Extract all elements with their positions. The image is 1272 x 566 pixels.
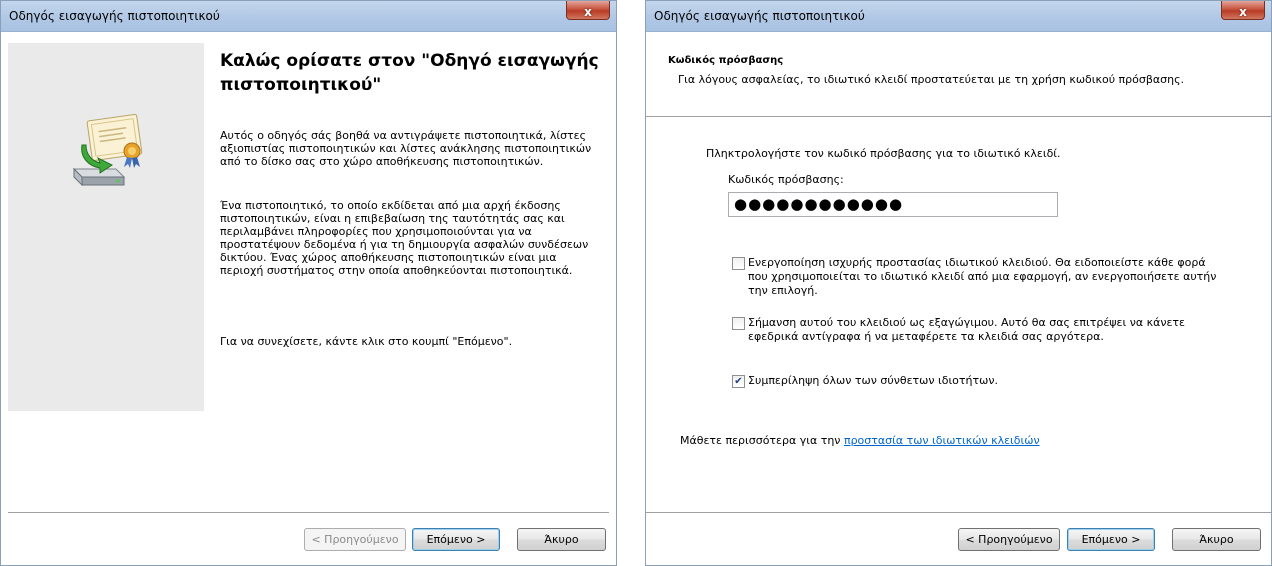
learn-more-prefix: Μάθετε περισσότερα για την <box>680 434 844 447</box>
password-field[interactable]: ●●●●●●●●●●●● <box>728 192 1058 217</box>
password-dialog: Οδηγός εισαγωγής πιστοποιητικού x Κωδικό… <box>645 0 1272 566</box>
private-key-protection-link[interactable]: προστασία των ιδιωτικών κλειδιών <box>844 434 1040 447</box>
password-prompt: Πληκτρολογήστε τον κωδικό πρόσβασης για … <box>706 147 1061 160</box>
window-title: Οδηγός εισαγωγής πιστοποιητικού <box>9 9 220 23</box>
cancel-button[interactable]: Άκυρο <box>517 528 606 551</box>
page-title: Κωδικός πρόσβασης <box>668 55 784 66</box>
footer-separator <box>646 512 1271 514</box>
extended-properties-checkbox[interactable]: ✔ <box>732 375 745 388</box>
continue-instruction: Για να συνεχίσετε, κάντε κλικ στο κουμπί… <box>220 335 513 348</box>
strong-protection-checkbox[interactable] <box>732 257 745 270</box>
close-icon: x <box>1239 5 1247 19</box>
next-button[interactable]: Επόμενο > <box>412 528 500 551</box>
footer-separator <box>8 512 609 514</box>
window-title: Οδηγός εισαγωγής πιστοποιητικού <box>654 9 865 23</box>
learn-more-text: Μάθετε περισσότερα για την προστασία των… <box>680 434 1040 448</box>
close-button[interactable]: x <box>566 1 610 20</box>
certificate-install-icon <box>72 113 143 187</box>
intro-paragraph: Αυτός ο οδηγός σάς βοηθά να αντιγράψετε … <box>220 129 592 168</box>
welcome-dialog: Οδηγός εισαγωγής πιστοποιητικού x Καλώς … <box>0 0 617 566</box>
next-button[interactable]: Επόμενο > <box>1067 528 1155 551</box>
certificate-info-paragraph: Ένα πιστοποιητικό, το οποίο εκδίδεται απ… <box>220 199 589 277</box>
cancel-button[interactable]: Άκυρο <box>1172 528 1261 551</box>
exportable-key-label: Σήμανση αυτού του κλειδιού ως εξαγώγιμου… <box>748 316 1185 343</box>
password-label: Κωδικός πρόσβασης: <box>728 173 844 186</box>
page-description: Για λόγους ασφαλείας, το ιδιωτικό κλειδί… <box>678 73 1185 86</box>
header-separator <box>646 116 1271 118</box>
close-icon: x <box>584 5 592 19</box>
back-button[interactable]: < Προηγούμενο <box>304 528 406 551</box>
titlebar[interactable]: Οδηγός εισαγωγής πιστοποιητικού x <box>1 1 616 32</box>
close-button[interactable]: x <box>1221 1 1265 20</box>
titlebar[interactable]: Οδηγός εισαγωγής πιστοποιητικού x <box>646 1 1271 32</box>
strong-protection-label: Ενεργοποίηση ισχυρής προστασίας ιδιωτικο… <box>748 256 1217 297</box>
extended-properties-label: Συμπερίληψη όλων των σύνθετων ιδιοτήτων. <box>748 374 998 387</box>
checkmark-icon: ✔ <box>734 376 743 387</box>
back-button[interactable]: < Προηγούμενο <box>958 528 1060 551</box>
wizard-side-panel <box>8 43 204 411</box>
exportable-key-checkbox[interactable] <box>732 317 745 330</box>
welcome-heading: Καλώς ορίσατε στον "Οδηγό εισαγωγής πιστ… <box>220 51 599 95</box>
